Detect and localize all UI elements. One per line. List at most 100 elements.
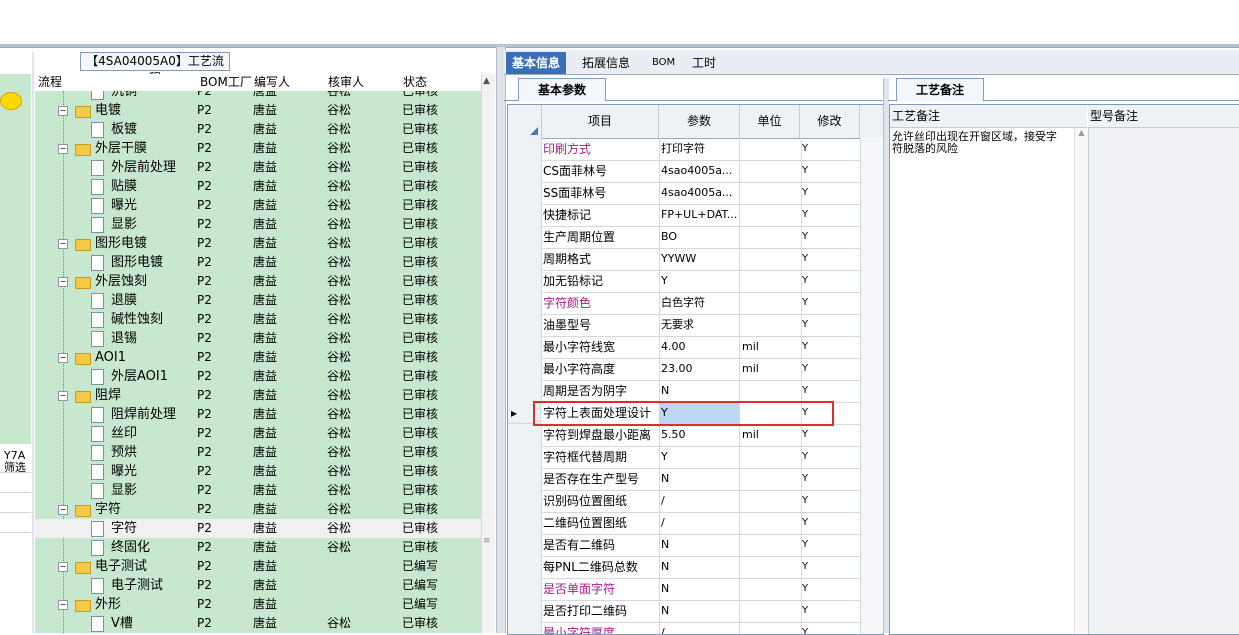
param-row[interactable]: 生产周期位置 BO Y (508, 226, 883, 249)
tree-step-row[interactable]: 曝光 P2 唐益 谷松 已审核 (35, 462, 481, 481)
collapse-icon[interactable]: − (58, 277, 68, 287)
row-indicator[interactable] (508, 248, 542, 271)
grid-corner-icon[interactable] (508, 105, 542, 138)
row-indicator[interactable] (508, 622, 542, 634)
param-row[interactable]: SS面菲林号 4sao4005a... Y (508, 182, 883, 205)
param-value[interactable]: FP+UL+DAT... (659, 204, 740, 227)
header-status[interactable]: 状态 (403, 74, 427, 91)
header-writer[interactable]: 编写人 (254, 74, 290, 91)
collapse-icon[interactable]: − (58, 353, 68, 363)
param-value[interactable]: 4.00 (659, 336, 740, 359)
param-value[interactable]: N (659, 468, 740, 491)
param-row[interactable]: 最小字符厚度 / Y (508, 622, 883, 634)
process-notes-body[interactable] (890, 128, 1074, 634)
param-value[interactable]: 白色字符 (659, 292, 740, 315)
param-value[interactable]: 打印字符 (659, 138, 740, 161)
param-value[interactable]: YYWW (659, 248, 740, 271)
tree-step-row[interactable]: 碱性蚀刻 P2 唐益 谷松 已审核 (35, 310, 481, 329)
row-indicator[interactable] (508, 204, 542, 227)
notes-scrollbar[interactable]: ▲ (1074, 128, 1088, 634)
param-value[interactable]: N (659, 600, 740, 623)
tree-step-row[interactable]: 预烘 P2 唐益 谷松 已审核 (35, 443, 481, 462)
row-indicator[interactable] (508, 512, 542, 535)
tree-step-row[interactable]: 沉铜 P2 唐益 谷松 已审核 (35, 91, 481, 101)
param-row[interactable]: 印刷方式 打印字符 Y (508, 138, 883, 161)
param-row[interactable]: 是否有二维码 N Y (508, 534, 883, 557)
tree-step-row[interactable]: 电子测试 P2 唐益 已编写 (35, 576, 481, 595)
row-indicator[interactable] (508, 358, 542, 381)
param-row[interactable]: 识别码位置图纸 / Y (508, 490, 883, 513)
scroll-grip-icon[interactable]: ≡ (483, 536, 491, 546)
param-value[interactable]: 4sao4005a... (659, 160, 740, 183)
param-row[interactable]: 周期是否为阴字 N Y (508, 380, 883, 403)
collapse-icon[interactable]: − (58, 505, 68, 515)
tab-basic-params[interactable]: 基本参数 (518, 78, 606, 101)
tree-group-row[interactable]: − 外层干膜 P2 唐益 谷松 已审核 (35, 139, 481, 158)
tree-step-row[interactable]: 丝印 P2 唐益 谷松 已审核 (35, 424, 481, 443)
tab-work-hours[interactable]: 工时 (686, 52, 722, 74)
param-row[interactable]: 快捷标记 FP+UL+DAT... Y (508, 204, 883, 227)
header-flow[interactable]: 流程 (38, 74, 62, 91)
row-indicator[interactable] (508, 314, 542, 337)
tree-group-row[interactable]: − AOI1 P2 唐益 谷松 已审核 (35, 348, 481, 367)
main-splitter[interactable] (496, 47, 506, 633)
tree-group-row[interactable]: − 电子测试 P2 唐益 已编写 (35, 557, 481, 576)
row-indicator[interactable] (508, 270, 542, 293)
row-indicator[interactable] (508, 138, 542, 161)
tree-step-row[interactable]: 外层前处理 P2 唐益 谷松 已审核 (35, 158, 481, 177)
tab-bom[interactable]: BOM (646, 52, 681, 74)
grid-scroll-area[interactable] (860, 138, 883, 634)
param-value[interactable]: 4sao4005a... (659, 182, 740, 205)
tree-group-row[interactable]: − 外层蚀刻 P2 唐益 谷松 已审核 (35, 272, 481, 291)
header-reviewer[interactable]: 核审人 (328, 74, 364, 91)
chat-bubble-icon[interactable] (0, 92, 22, 110)
tree-step-row[interactable]: 显影 P2 唐益 谷松 已审核 (35, 481, 481, 500)
tree-step-row[interactable]: 字符 P2 唐益 谷松 已审核 (35, 519, 481, 538)
process-notes-text[interactable]: 允许丝印出现在开窗区域，接受字符脱落的风险 (892, 131, 1064, 155)
param-row[interactable]: 字符到焊盘最小距离 5.50 mil Y (508, 424, 883, 447)
collapse-icon[interactable]: − (58, 562, 68, 572)
param-row[interactable]: CS面菲林号 4sao4005a... Y (508, 160, 883, 183)
tree-step-row[interactable]: 板镀 P2 唐益 谷松 已审核 (35, 120, 481, 139)
tree-step-row[interactable]: 退锡 P2 唐益 谷松 已审核 (35, 329, 481, 348)
model-notes-body[interactable] (1088, 128, 1239, 634)
tree-step-row[interactable]: 阻焊前处理 P2 唐益 谷松 已审核 (35, 405, 481, 424)
param-value[interactable]: / (659, 622, 740, 634)
collapse-icon[interactable]: − (58, 391, 68, 401)
param-row[interactable]: 最小字符线宽 4.00 mil Y (508, 336, 883, 359)
collapse-icon[interactable]: − (58, 600, 68, 610)
tree-step-row[interactable]: 外层AOI1 P2 唐益 谷松 已审核 (35, 367, 481, 386)
param-row[interactable]: 周期格式 YYWW Y (508, 248, 883, 271)
tree-group-row[interactable]: − 图形电镀 P2 唐益 谷松 已审核 (35, 234, 481, 253)
param-value[interactable]: Y (659, 446, 740, 469)
param-value[interactable]: BO (659, 226, 740, 249)
tree-scrollbar[interactable]: ▲ ≡ (481, 74, 495, 633)
param-row[interactable]: 是否存在生产型号 N Y (508, 468, 883, 491)
param-value[interactable]: 无要求 (659, 314, 740, 337)
tab-extended-info[interactable]: 拓展信息 (576, 52, 636, 74)
col-mod[interactable]: 修改 (800, 105, 860, 138)
col-item[interactable]: 项目 (542, 105, 659, 138)
param-row[interactable]: 油墨型号 无要求 Y (508, 314, 883, 337)
row-indicator[interactable] (508, 380, 542, 403)
param-value[interactable]: Y (659, 270, 740, 293)
row-indicator[interactable] (508, 534, 542, 557)
tree-group-row[interactable]: − 外形 P2 唐益 已编写 (35, 595, 481, 614)
row-indicator[interactable] (508, 292, 542, 315)
row-indicator[interactable] (508, 160, 542, 183)
tree-step-row[interactable]: V槽 P2 唐益 谷松 已审核 (35, 614, 481, 633)
param-row[interactable]: 最小字符高度 23.00 mil Y (508, 358, 883, 381)
param-value[interactable]: 23.00 (659, 358, 740, 381)
row-indicator[interactable] (508, 556, 542, 579)
param-value[interactable]: N (659, 380, 740, 403)
row-indicator[interactable] (508, 226, 542, 249)
tree-group-row[interactable]: − 阻焊 P2 唐益 谷松 已审核 (35, 386, 481, 405)
param-row[interactable]: 字符颜色 白色字符 Y (508, 292, 883, 315)
row-indicator[interactable] (508, 490, 542, 513)
row-indicator[interactable] (508, 468, 542, 491)
row-indicator[interactable] (508, 182, 542, 205)
tree-step-row[interactable]: 图形电镀 P2 唐益 谷松 已审核 (35, 253, 481, 272)
param-value[interactable]: / (659, 490, 740, 513)
header-bom[interactable]: BOM工厂 (200, 74, 252, 91)
tab-basic-info[interactable]: 基本信息 (506, 52, 567, 74)
